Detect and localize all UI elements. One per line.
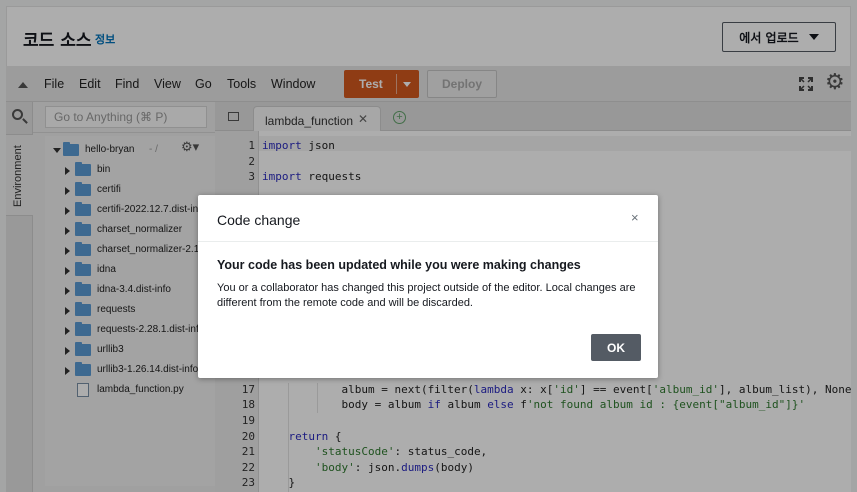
dialog-message: You or a collaborator has changed this p… — [217, 282, 636, 309]
dialog-header: Code change × — [198, 195, 658, 242]
dialog-title: Code change — [217, 212, 301, 228]
dialog-heading: Your code has been updated while you wer… — [217, 258, 581, 272]
code-change-dialog: Code change × Your code has been updated… — [198, 195, 658, 378]
close-icon[interactable]: × — [631, 210, 639, 225]
ok-button[interactable]: OK — [591, 334, 641, 361]
